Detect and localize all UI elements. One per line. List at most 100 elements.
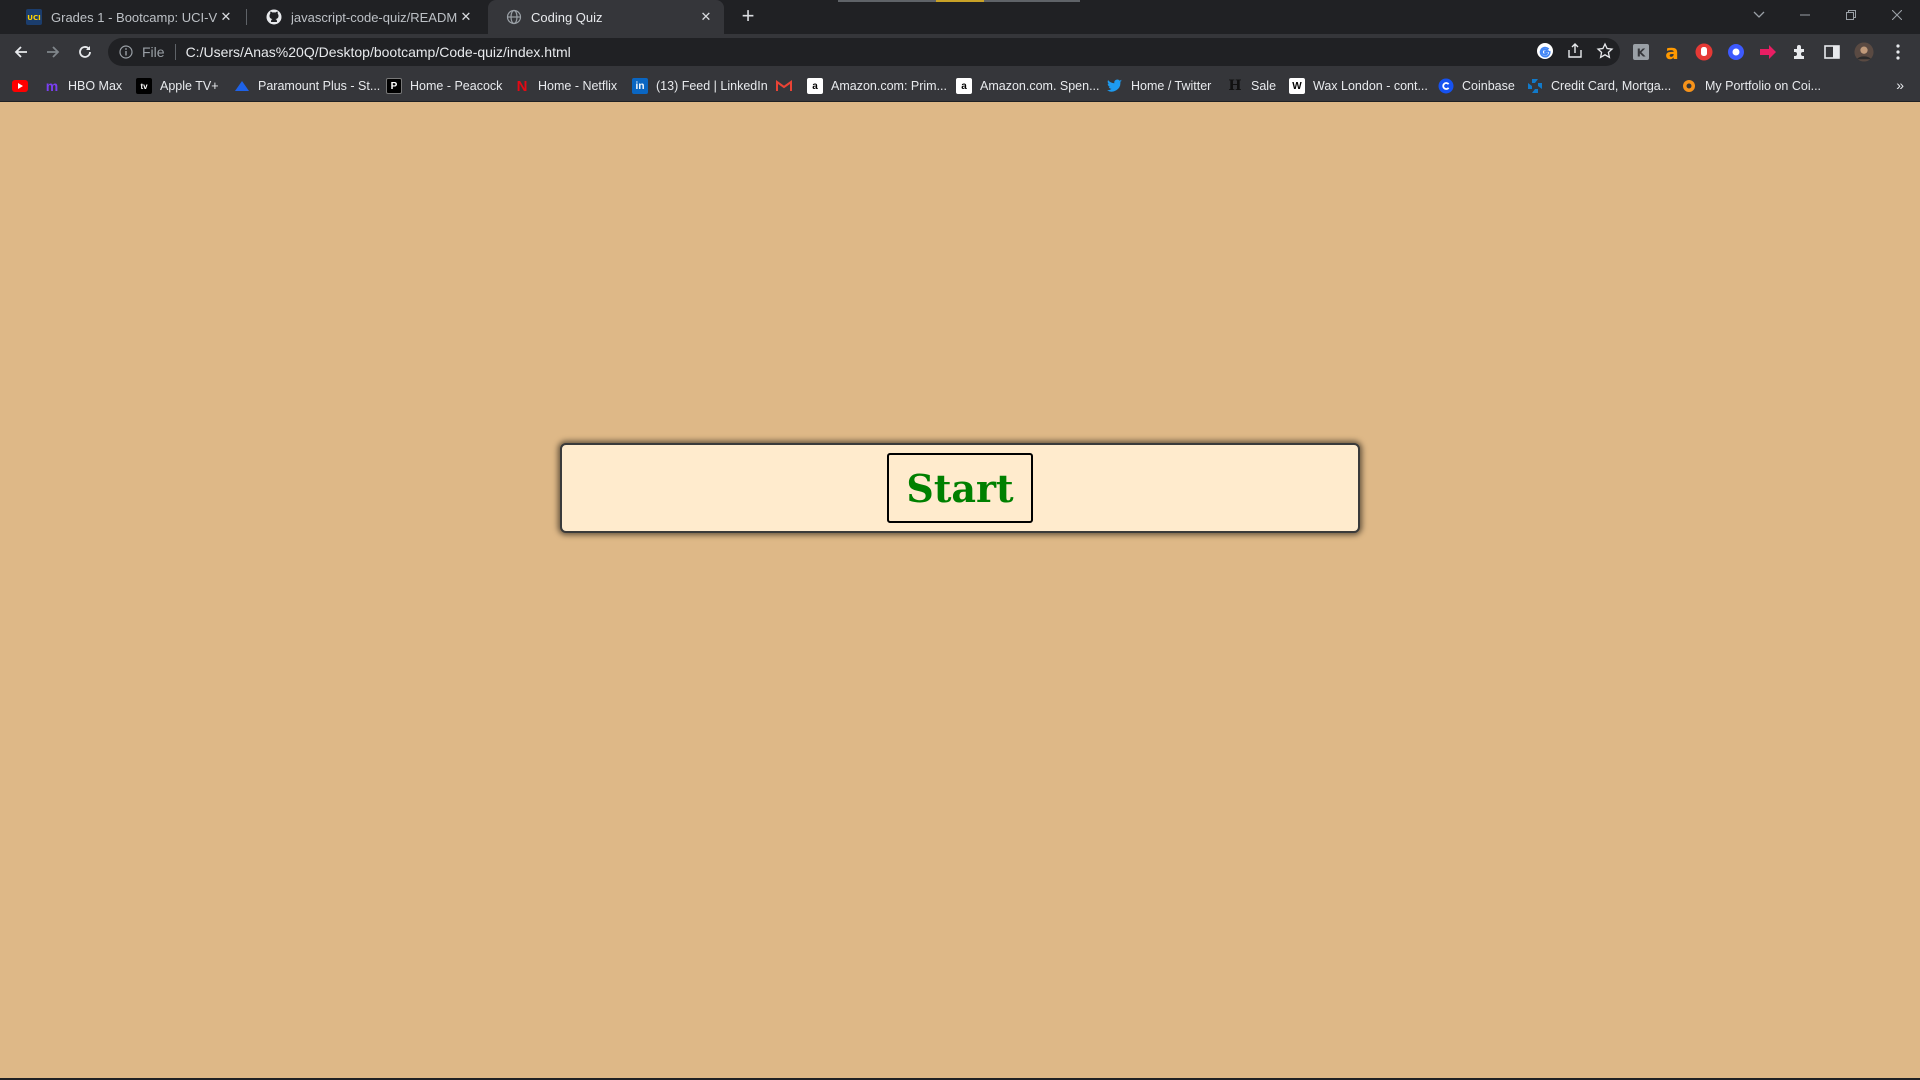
- peacock-icon: P: [386, 78, 402, 94]
- netflix-icon: N: [516, 77, 528, 95]
- page-viewport: [0, 102, 1920, 1078]
- start-button[interactable]: Start: [887, 453, 1033, 523]
- tab-search-button[interactable]: [1736, 0, 1782, 30]
- bookmark-netflix[interactable]: N Home - Netflix: [514, 76, 618, 96]
- browser-toolbar: File C:/Users/Anas%20Q/Desktop/bootcamp/…: [0, 34, 1920, 70]
- hand-stop-icon[interactable]: [1694, 42, 1714, 62]
- close-icon[interactable]: ✕: [218, 9, 234, 25]
- bookmark-label: Home - Netflix: [538, 79, 618, 93]
- new-tab-button[interactable]: +: [736, 5, 760, 29]
- address-bar-actions: [1536, 42, 1614, 65]
- bookmark-peacock[interactable]: P Home - Peacock: [386, 76, 502, 96]
- tab-grades[interactable]: UCI Grades 1 - Bootcamp: UCI-VIRT-F ✕: [8, 0, 244, 34]
- bookmark-label: (13) Feed | LinkedIn: [656, 79, 768, 93]
- tab-strip: UCI Grades 1 - Bootcamp: UCI-VIRT-F ✕ ja…: [0, 0, 1920, 34]
- bookmarks-bar: m HBO Max tv Apple TV+ Paramount Plus - …: [0, 70, 1920, 102]
- bookmark-amazon-spend[interactable]: a Amazon.com. Spen...: [956, 76, 1100, 96]
- bookmark-chase[interactable]: Credit Card, Mortga...: [1527, 76, 1671, 96]
- bookmark-label: Home / Twitter: [1131, 79, 1212, 93]
- bookmark-label: My Portfolio on Coi...: [1705, 79, 1822, 93]
- reload-button[interactable]: [71, 38, 99, 66]
- file-scheme-chip: File: [142, 44, 165, 60]
- bookmark-gmail[interactable]: [776, 76, 800, 96]
- paramount-icon: [234, 78, 250, 94]
- menu-kebab-icon[interactable]: [1888, 42, 1908, 62]
- info-icon[interactable]: [118, 44, 134, 60]
- svg-text:UCI: UCI: [27, 14, 40, 22]
- bookmark-portfolio[interactable]: My Portfolio on Coi...: [1681, 76, 1821, 96]
- window-top-indicator: [838, 0, 938, 2]
- tab-readme[interactable]: javascript-code-quiz/README.md ✕: [248, 0, 484, 34]
- github-icon: [266, 9, 282, 25]
- linkedin-icon: in: [632, 78, 648, 94]
- extension-k-icon[interactable]: K: [1631, 42, 1651, 62]
- arrow-right-icon: [47, 46, 60, 58]
- bookmarks-overflow-icon[interactable]: »: [1896, 77, 1904, 93]
- chase-icon: [1527, 78, 1543, 94]
- side-panel-icon[interactable]: [1822, 42, 1842, 62]
- bookmark-hbo-max[interactable]: m HBO Max: [44, 76, 122, 96]
- bookmark-twitter[interactable]: Home / Twitter: [1107, 76, 1211, 96]
- uci-icon: UCI: [26, 9, 42, 25]
- close-icon[interactable]: ✕: [458, 9, 474, 25]
- bookmark-label: Paramount Plus - St...: [258, 79, 381, 93]
- bookmark-label: Apple TV+: [160, 79, 219, 93]
- coin-icon: [1681, 78, 1697, 94]
- bookmark-label: Credit Card, Mortga...: [1551, 79, 1672, 93]
- bookmark-label: Home - Peacock: [410, 79, 503, 93]
- address-bar[interactable]: File C:/Users/Anas%20Q/Desktop/bootcamp/…: [108, 38, 1620, 66]
- close-icon: [1892, 10, 1902, 20]
- bookmark-label: Sale: [1251, 79, 1277, 93]
- window-top-indicator-end: [984, 0, 1080, 2]
- minimize-button[interactable]: [1782, 0, 1828, 30]
- youtube-icon: [12, 78, 28, 94]
- amazon-assistant-icon[interactable]: a: [1662, 42, 1682, 62]
- bookmark-coinbase[interactable]: Coinbase: [1438, 76, 1515, 96]
- address-divider: [174, 44, 176, 60]
- bookmark-youtube[interactable]: [12, 76, 36, 96]
- bookmark-paramount[interactable]: Paramount Plus - St...: [234, 76, 380, 96]
- gmail-icon: [776, 78, 792, 94]
- extension-circle-icon[interactable]: [1726, 42, 1746, 62]
- twitter-icon: [1107, 78, 1123, 94]
- back-button[interactable]: [7, 38, 35, 66]
- coinbase-icon: [1438, 78, 1454, 94]
- bookmark-linkedin[interactable]: in (13) Feed | LinkedIn: [632, 76, 768, 96]
- puzzle-icon[interactable]: [1790, 42, 1810, 62]
- apple-tv-icon: tv: [136, 78, 152, 94]
- start-card: Start: [560, 443, 1360, 533]
- star-icon[interactable]: [1596, 42, 1614, 65]
- wax-london-icon: W: [1289, 78, 1305, 94]
- share-icon[interactable]: [1566, 42, 1584, 65]
- tab-label: javascript-code-quiz/README.md: [291, 9, 458, 25]
- bookmark-amazon-prime[interactable]: a Amazon.com: Prim...: [807, 76, 947, 96]
- tab-label: Coding Quiz: [531, 9, 603, 25]
- bookmark-apple-tv[interactable]: tv Apple TV+: [136, 76, 219, 96]
- restore-icon: [1846, 10, 1856, 20]
- reload-icon: [79, 46, 91, 58]
- svg-text:K: K: [1637, 47, 1646, 60]
- h-icon: H: [1227, 78, 1243, 94]
- amazon-icon: a: [807, 78, 823, 94]
- amazon-icon: a: [956, 78, 972, 94]
- restore-button[interactable]: [1828, 0, 1874, 30]
- forward-button[interactable]: [39, 38, 67, 66]
- arrow-left-icon: [14, 46, 27, 58]
- bookmark-label: HBO Max: [68, 79, 123, 93]
- tab-coding-quiz[interactable]: Coding Quiz ✕: [488, 0, 724, 34]
- extension-arrow-icon[interactable]: [1758, 42, 1778, 62]
- globe-icon: [506, 9, 522, 25]
- minimize-icon: [1800, 14, 1810, 16]
- window-top-indicator-accent: [936, 0, 984, 2]
- bookmark-wax-london[interactable]: W Wax London - cont...: [1289, 76, 1428, 96]
- profile-avatar-icon[interactable]: [1854, 42, 1874, 62]
- google-icon[interactable]: [1536, 42, 1554, 65]
- chevron-down-icon: [1753, 11, 1765, 18]
- hbo-max-icon: m: [45, 78, 59, 94]
- close-window-button[interactable]: [1874, 0, 1920, 30]
- bookmark-label: Coinbase: [1462, 79, 1515, 93]
- url-text[interactable]: C:/Users/Anas%20Q/Desktop/bootcamp/Code-…: [186, 44, 571, 60]
- close-icon[interactable]: ✕: [698, 9, 714, 25]
- bookmark-sale[interactable]: H Sale: [1227, 76, 1276, 96]
- tab-label: Grades 1 - Bootcamp: UCI-VIRT-F: [51, 9, 218, 25]
